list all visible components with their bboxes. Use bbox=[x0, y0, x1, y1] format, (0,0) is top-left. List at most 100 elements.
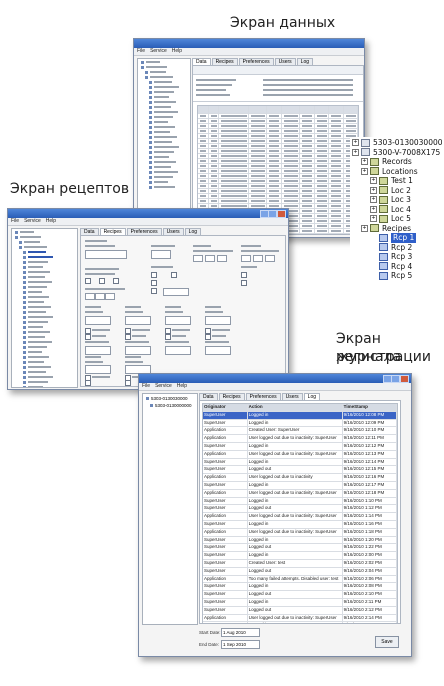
tree-item[interactable] bbox=[15, 235, 77, 239]
tree-item[interactable] bbox=[23, 305, 77, 309]
recipe-checkbox[interactable] bbox=[205, 334, 211, 340]
recipe-field[interactable] bbox=[241, 255, 251, 262]
recipe-field[interactable] bbox=[125, 316, 151, 325]
tree-item[interactable] bbox=[23, 275, 77, 279]
table-row[interactable]: Application User logged out due to inacti… bbox=[203, 474, 397, 482]
tree-item[interactable] bbox=[145, 75, 190, 79]
tree-popout-item[interactable]: + Records bbox=[361, 157, 443, 167]
tree-item[interactable] bbox=[149, 165, 190, 169]
tree-item[interactable] bbox=[23, 265, 77, 269]
data-window-tabs[interactable]: Data Recipes Preferences Users Log bbox=[192, 58, 314, 66]
recipe-field[interactable] bbox=[105, 293, 115, 300]
save-button[interactable]: Save bbox=[375, 636, 399, 648]
tree-popout-item[interactable]: Rcp 2 bbox=[370, 243, 443, 253]
table-row[interactable]: Application User logged out due to inacti… bbox=[203, 614, 397, 623]
tree-item[interactable] bbox=[23, 345, 77, 349]
recipe-field[interactable] bbox=[165, 316, 191, 325]
tree-item[interactable] bbox=[149, 175, 190, 179]
recipe-checkbox[interactable] bbox=[99, 278, 105, 284]
recipe-window-tabs[interactable]: Data Recipes Preferences Users Log bbox=[80, 228, 202, 236]
tree-popout-item[interactable]: + Loc 5 bbox=[370, 214, 443, 224]
end-date-field[interactable]: 1 Sep 2010 bbox=[221, 640, 260, 649]
tree-item[interactable] bbox=[23, 380, 77, 384]
tree-popout-item[interactable]: Rcp 4 bbox=[370, 262, 443, 272]
expand-icon[interactable]: + bbox=[370, 186, 377, 194]
table-row[interactable]: SuperUser Logged in 9/16/2010 12:08 PM bbox=[203, 411, 397, 420]
tree-item[interactable] bbox=[23, 310, 77, 314]
tree-item[interactable] bbox=[149, 110, 190, 114]
expand-icon[interactable]: + bbox=[370, 177, 377, 185]
table-row[interactable]: SuperUser Logged in 9/16/2010 2:08 PM bbox=[203, 583, 397, 592]
expand-icon[interactable]: + bbox=[352, 148, 359, 156]
recipe-checkbox[interactable] bbox=[85, 334, 91, 340]
tree-popout-item[interactable]: + Loc 3 bbox=[370, 195, 443, 205]
tree-item[interactable] bbox=[149, 160, 190, 164]
recipe-field[interactable] bbox=[95, 293, 105, 300]
recipe-field[interactable] bbox=[165, 346, 191, 355]
tree-item[interactable] bbox=[23, 315, 77, 319]
tree-item[interactable] bbox=[149, 95, 190, 99]
tree-popout[interactable]: +5303-0130030000 +5300-V-7008X175 + Records… bbox=[352, 138, 443, 281]
tree-item[interactable] bbox=[149, 135, 190, 139]
recipe-field[interactable] bbox=[205, 255, 215, 262]
tree-item[interactable] bbox=[23, 290, 77, 294]
tree-item[interactable] bbox=[23, 260, 77, 264]
tree-item[interactable] bbox=[149, 105, 190, 109]
tree-item[interactable] bbox=[149, 115, 190, 119]
tree-popout-item[interactable]: + Loc 4 bbox=[370, 205, 443, 215]
tree-item[interactable]: 5303-0130030000 bbox=[146, 395, 197, 401]
tree-popout-item[interactable]: + Recipes bbox=[361, 224, 443, 234]
tree-item[interactable] bbox=[23, 285, 77, 289]
recipe-field[interactable] bbox=[85, 346, 111, 355]
recipe-window-titlebar[interactable] bbox=[8, 209, 288, 218]
table-row[interactable]: SuperUser Logged out 9/16/2010 12:15 PM bbox=[203, 466, 397, 475]
tree-item[interactable] bbox=[23, 350, 77, 354]
table-row[interactable]: Application User logged out due to inacti… bbox=[203, 489, 397, 498]
table-row[interactable]: SuperUser Logged out 9/16/2010 1:22 PM bbox=[203, 544, 397, 553]
recipe-field[interactable] bbox=[217, 255, 227, 262]
recipe-checkbox[interactable] bbox=[85, 278, 91, 284]
tree-popout-item[interactable]: + Locations bbox=[361, 167, 443, 177]
table-row[interactable]: Application User logged out due to inacti… bbox=[203, 513, 397, 521]
table-row[interactable]: Application Too many failed attempts. Dis… bbox=[203, 575, 397, 584]
tree-item[interactable] bbox=[149, 185, 190, 189]
recipe-field[interactable] bbox=[163, 288, 189, 296]
table-row[interactable]: Application User logged out due to inacti… bbox=[203, 450, 397, 459]
table-row[interactable]: SuperUser Logged out 9/16/2010 2:04 PM bbox=[203, 567, 397, 576]
tree-item[interactable] bbox=[23, 375, 77, 379]
tree-item[interactable] bbox=[23, 360, 77, 364]
tree-item[interactable] bbox=[149, 140, 190, 144]
tree-item[interactable] bbox=[145, 70, 190, 74]
log-window-tree[interactable]: 5303-0130030000 5303-0130000000 bbox=[142, 393, 198, 625]
recipe-field[interactable] bbox=[85, 250, 127, 259]
tree-popout-item[interactable]: Rcp 3 bbox=[370, 252, 443, 262]
recipe-checkbox[interactable] bbox=[113, 278, 119, 284]
recipe-field[interactable] bbox=[125, 346, 151, 355]
recipe-field[interactable] bbox=[85, 365, 111, 374]
log-window-titlebar[interactable] bbox=[139, 374, 411, 383]
tree-item[interactable] bbox=[149, 155, 190, 159]
tree-popout-item[interactable]: Rcp 5 bbox=[370, 271, 443, 281]
table-row[interactable]: Application User logged out due to inacti… bbox=[203, 435, 397, 443]
recipe-field[interactable] bbox=[205, 316, 231, 325]
recipe-window-tree[interactable] bbox=[11, 228, 78, 388]
tree-item[interactable] bbox=[23, 295, 77, 299]
recipe-checkbox[interactable] bbox=[125, 380, 131, 386]
expand-icon[interactable]: + bbox=[370, 196, 377, 204]
tree-item[interactable] bbox=[23, 255, 77, 259]
tree-item[interactable] bbox=[19, 240, 77, 244]
tree-item[interactable] bbox=[23, 270, 77, 274]
tree-item[interactable] bbox=[149, 170, 190, 174]
tree-item[interactable] bbox=[23, 325, 77, 329]
table-row[interactable]: SuperUser Logged in 9/16/2010 2:11 PM bbox=[203, 598, 397, 607]
table-row[interactable]: Application User logged out due to inacti… bbox=[203, 528, 397, 537]
table-row[interactable]: SuperUser Logged in 9/16/2010 12:14 PM bbox=[203, 458, 397, 467]
tree-item[interactable] bbox=[23, 330, 77, 334]
tree-item[interactable] bbox=[149, 120, 190, 124]
tree-item[interactable] bbox=[149, 145, 190, 149]
tree-item[interactable]: 5303-0130000000 bbox=[150, 402, 197, 408]
tree-item[interactable] bbox=[23, 365, 77, 369]
tree-popout-item[interactable]: + Loc 2 bbox=[370, 186, 443, 196]
tree-item[interactable] bbox=[149, 125, 190, 129]
expand-icon[interactable]: + bbox=[361, 158, 368, 166]
